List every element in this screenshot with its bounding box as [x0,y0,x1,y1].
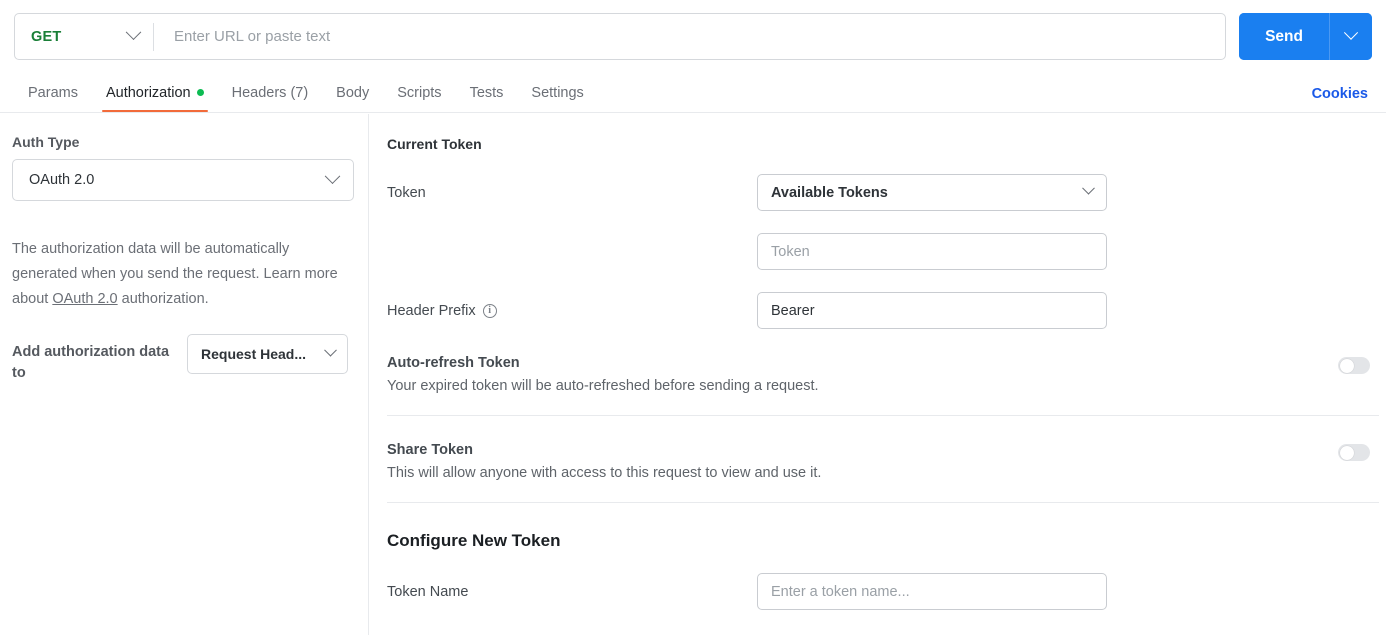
status-dot-icon [196,89,204,96]
add-authorization-data-row: Add authorization data to Request Head..… [12,334,354,384]
share-token-title: Share Token [387,442,473,458]
tab-label: Body [336,84,370,101]
tab-params[interactable]: Params [14,73,92,112]
tab-label: Headers (7) [231,84,309,101]
http-method-select[interactable]: GET [15,14,153,59]
divider [387,415,1379,416]
token-name-row: Token Name [387,573,1378,610]
token-label: Token [387,185,757,201]
tab-body[interactable]: Body [322,73,383,112]
add-authorization-data-select[interactable]: Request Head... [187,334,348,374]
share-token-description: This will allow anyone with access to th… [387,465,822,481]
header-prefix-input[interactable] [771,293,1093,328]
toggle-knob [1339,445,1354,460]
configure-new-token-heading: Configure New Token [387,531,561,550]
token-name-wrapper [757,573,1107,610]
tab-label: Tests [469,84,504,101]
url-bar: GET [14,13,1227,60]
auto-refresh-token-block: Auto-refresh Token Your expired token wi… [387,355,1378,394]
send-button-group: Send [1239,13,1372,60]
token-input[interactable] [771,234,1093,269]
tab-list: Params Authorization Headers (7) Body Sc… [14,73,1312,112]
token-name-label: Token Name [387,584,757,600]
token-label-text: Token [387,184,426,201]
add-authorization-data-value: Request Head... [201,346,307,362]
send-button[interactable]: Send [1239,13,1329,60]
toggle-knob [1339,358,1354,373]
url-input[interactable] [154,14,1226,59]
token-input-row [387,233,1378,270]
tab-headers[interactable]: Headers (7) [218,73,323,112]
auth-type-select[interactable]: OAuth 2.0 [12,159,354,201]
tab-tests[interactable]: Tests [456,73,518,112]
send-options-button[interactable] [1330,13,1372,60]
oauth2-help-link[interactable]: OAuth 2.0 [52,291,117,307]
tab-label: Authorization [105,84,191,101]
auth-type-pane: Auth Type OAuth 2.0 The authorization da… [0,114,369,635]
chevron-down-icon [1343,25,1359,40]
tab-label: Params [28,84,78,101]
current-token-heading: Current Token [387,136,482,152]
request-authorization-screen: GET Send Params Authorization Header [0,0,1386,635]
auth-help-text: The authorization data will be automatic… [12,237,338,312]
token-name-input[interactable] [771,574,1093,609]
token-pane: Current Token Token Available Tokens H [369,114,1386,635]
chevron-down-icon [324,343,337,357]
available-tokens-value: Available Tokens [771,184,888,201]
token-name-label-text: Token Name [387,583,469,600]
auth-help-text-after: authorization. [117,291,209,307]
auto-refresh-token-title: Auto-refresh Token [387,355,520,371]
cookies-link[interactable]: Cookies [1312,86,1372,112]
tab-label: Settings [531,84,584,101]
token-select-row: Token Available Tokens [387,174,1378,211]
add-authorization-data-label: Add authorization data to [12,344,170,381]
share-token-toggle[interactable] [1338,444,1370,461]
chevron-down-icon [1082,181,1095,195]
header-prefix-row: Header Prefix i [387,292,1378,329]
header-prefix-label-text: Header Prefix [387,302,476,319]
auth-type-label: Auth Type [12,134,80,150]
request-tabs: Params Authorization Headers (7) Body Sc… [0,73,1386,113]
chevron-down-icon [324,167,341,184]
authorization-content: Auth Type OAuth 2.0 The authorization da… [0,114,1386,635]
tab-authorization[interactable]: Authorization [92,73,218,112]
tab-label: Scripts [397,84,442,101]
request-bar: GET Send [0,0,1386,73]
token-input-wrapper [757,233,1107,270]
info-icon[interactable]: i [482,303,497,318]
tab-scripts[interactable]: Scripts [383,73,455,112]
header-prefix-label: Header Prefix i [387,303,757,319]
chevron-down-icon [125,24,142,41]
auth-type-value: OAuth 2.0 [29,172,95,188]
available-tokens-select[interactable]: Available Tokens [757,174,1107,211]
auto-refresh-token-toggle[interactable] [1338,357,1370,374]
tab-settings[interactable]: Settings [517,73,597,112]
divider [387,502,1379,503]
auto-refresh-token-description: Your expired token will be auto-refreshe… [387,378,819,394]
http-method-value: GET [31,28,62,45]
share-token-block: Share Token This will allow anyone with … [387,442,1378,481]
header-prefix-wrapper [757,292,1107,329]
